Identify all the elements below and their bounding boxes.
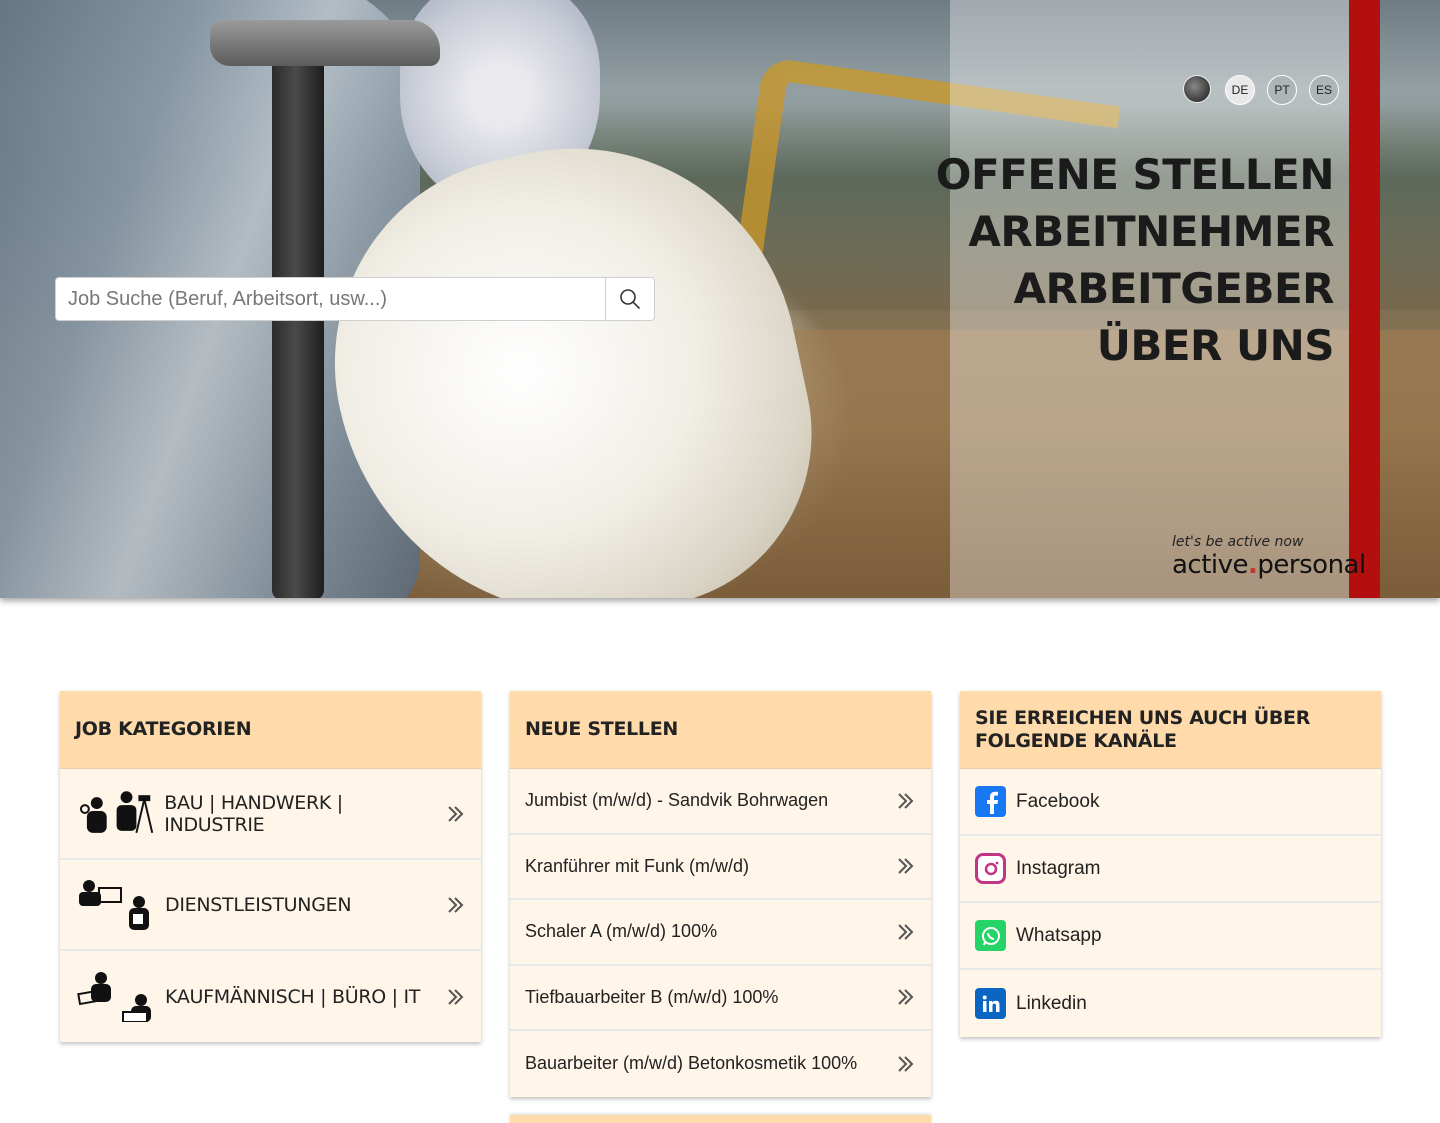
job-title: Tiefbauarbeiter B (m/w/d) 100% xyxy=(525,986,779,1007)
chevron-double-right-icon xyxy=(446,988,466,1006)
job-categories-card: JOB KATEGORIEN BAU | HANDWERK | INDUSTRI… xyxy=(60,691,481,1042)
office-workers-icon xyxy=(77,971,151,1022)
category-label: KAUFMÄNNISCH | BÜRO | IT xyxy=(165,985,421,1008)
main-navigation: OFFENE STELLEN ARBEITNEHMER ARBEITGEBER … xyxy=(936,146,1335,374)
nav-arbeitgeber[interactable]: ARBEITGEBER xyxy=(936,260,1334,317)
job-title: Jumbist (m/w/d) - Sandvik Bohrwagen xyxy=(525,790,829,811)
logo-slogan: let's be active now xyxy=(1172,534,1304,550)
job-categories-title: JOB KATEGORIEN xyxy=(75,718,252,740)
new-jobs-card: NEUE STELLEN Jumbist (m/w/d) - Sandvik B… xyxy=(510,691,931,1097)
category-item-kaufmaennisch[interactable]: KAUFMÄNNISCH | BÜRO | IT xyxy=(60,951,481,1042)
card-header: NEUE STELLEN xyxy=(510,691,931,769)
chevron-double-right-icon xyxy=(896,988,916,1006)
chevron-double-right-icon xyxy=(446,896,466,914)
channels-title: SIE ERREICHEN UNS AUCH ÜBER FOLGENDE KAN… xyxy=(975,706,1311,752)
instagram-icon xyxy=(975,853,1006,884)
nav-ueber-uns[interactable]: ÜBER UNS xyxy=(936,317,1335,374)
search-button[interactable] xyxy=(605,277,655,321)
lang-es-button[interactable]: ES xyxy=(1309,75,1339,105)
job-item[interactable]: Kranführer mit Funk (m/w/d) xyxy=(510,835,931,900)
brand-logo[interactable]: let's be active now active.personal xyxy=(1172,534,1366,580)
hero-hammer-head xyxy=(210,20,440,66)
job-title: Schaler A (m/w/d) 100% xyxy=(525,921,718,942)
job-search xyxy=(55,277,655,321)
chevron-double-right-icon xyxy=(896,923,916,941)
linkedin-icon xyxy=(975,988,1006,1019)
job-title: Bauarbeiter (m/w/d) Betonkosmetik 100% xyxy=(525,1053,858,1074)
card-header: JOB KATEGORIEN xyxy=(60,691,481,769)
search-icon xyxy=(620,289,641,310)
job-search-input[interactable] xyxy=(55,277,605,321)
channel-linkedin[interactable]: Linkedin xyxy=(960,970,1381,1037)
card-header: SIE ERREICHEN UNS AUCH ÜBER FOLGENDE KAN… xyxy=(960,691,1381,769)
nav-arbeitnehmer[interactable]: ARBEITNEHMER xyxy=(936,203,1334,260)
chevron-double-right-icon xyxy=(896,1055,916,1073)
category-label: DIENSTLEISTUNGEN xyxy=(165,893,352,916)
channel-label: Linkedin xyxy=(1016,992,1087,1014)
lang-de-button[interactable]: DE xyxy=(1225,75,1255,105)
channel-facebook[interactable]: Facebook xyxy=(960,769,1381,836)
facebook-icon xyxy=(975,786,1006,817)
hero-banner: DE PT ES OFFENE STELLEN ARBEITNEHMER ARB… xyxy=(0,0,1440,598)
nav-offene-stellen[interactable]: OFFENE STELLEN xyxy=(936,146,1335,203)
globe-icon xyxy=(1183,75,1211,103)
category-label: BAU | HANDWERK | INDUSTRIE xyxy=(164,791,343,836)
channel-instagram[interactable]: Instagram xyxy=(960,836,1381,903)
service-workers-icon xyxy=(79,879,149,930)
chevron-double-right-icon xyxy=(446,805,466,823)
category-item-dienstleistungen[interactable]: DIENSTLEISTUNGEN xyxy=(60,860,481,951)
lang-pt-button[interactable]: PT xyxy=(1267,75,1297,105)
channel-label: Whatsapp xyxy=(1016,924,1102,946)
accent-red-bar xyxy=(1349,0,1380,598)
chevron-double-right-icon xyxy=(896,792,916,810)
next-card-header xyxy=(510,1115,931,1123)
category-item-bau[interactable]: BAU | HANDWERK | INDUSTRIE xyxy=(60,769,481,860)
whatsapp-icon xyxy=(975,920,1006,951)
channel-label: Facebook xyxy=(1016,790,1100,812)
job-item[interactable]: Bauarbeiter (m/w/d) Betonkosmetik 100% xyxy=(510,1031,931,1097)
job-title: Kranführer mit Funk (m/w/d) xyxy=(525,855,750,876)
construction-workers-icon xyxy=(79,790,154,833)
logo-wordmark: active.personal xyxy=(1172,550,1366,580)
job-item[interactable]: Tiefbauarbeiter B (m/w/d) 100% xyxy=(510,966,931,1031)
job-item[interactable]: Schaler A (m/w/d) 100% xyxy=(510,900,931,966)
channel-whatsapp[interactable]: Whatsapp xyxy=(960,903,1381,970)
channel-label: Instagram xyxy=(1016,857,1101,879)
new-jobs-title: NEUE STELLEN xyxy=(525,718,679,740)
job-item[interactable]: Jumbist (m/w/d) - Sandvik Bohrwagen xyxy=(510,769,931,835)
chevron-double-right-icon xyxy=(896,857,916,875)
channels-card: SIE ERREICHEN UNS AUCH ÜBER FOLGENDE KAN… xyxy=(960,691,1381,1037)
language-switcher: DE PT ES xyxy=(1183,75,1339,105)
